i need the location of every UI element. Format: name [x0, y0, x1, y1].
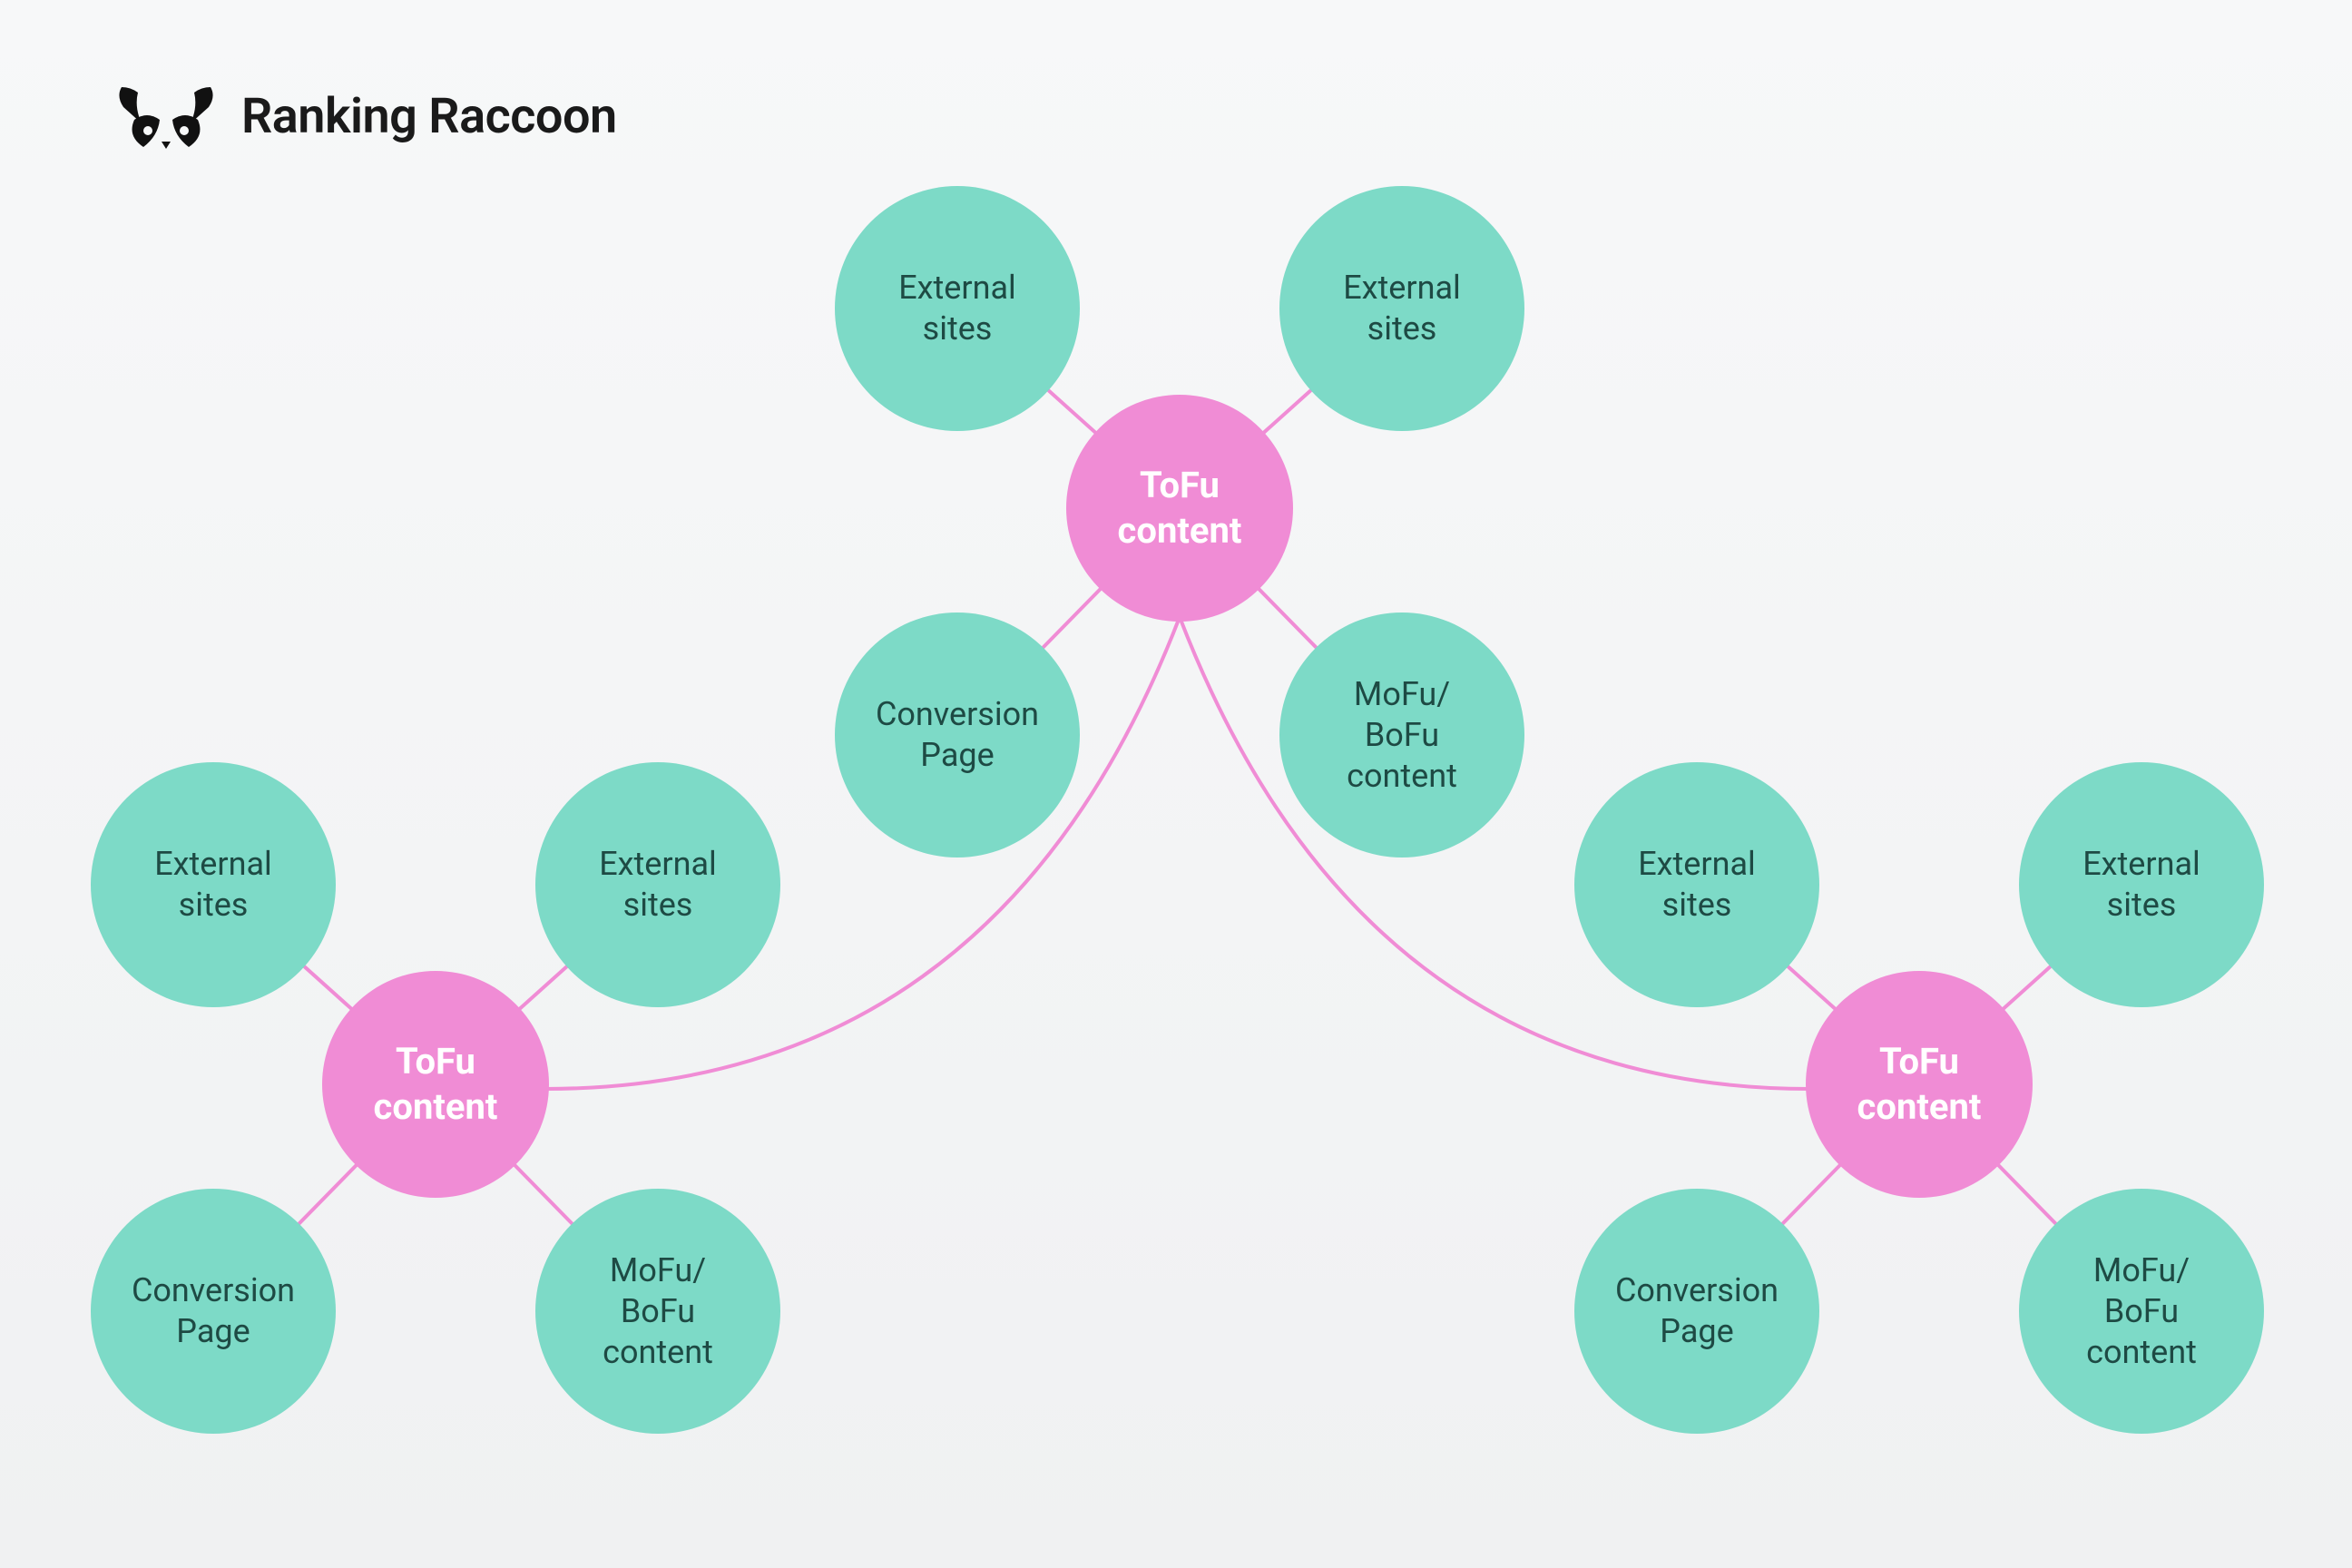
satellite-label-l2: sites	[2107, 885, 2177, 926]
hub-label-l1: ToFu	[1140, 463, 1220, 508]
satellite-label-l2: BoFu	[1365, 715, 1439, 756]
satellite-label-l2: sites	[923, 309, 993, 349]
satellite-mofu-left: MoFu/ BoFu content	[535, 1189, 780, 1434]
satellite-conversion-right: Conversion Page	[1574, 1189, 1819, 1434]
satellite-label-l2: BoFu	[2104, 1291, 2179, 1332]
hub-label-l1: ToFu	[396, 1039, 475, 1084]
satellite-label-l2: BoFu	[621, 1291, 695, 1332]
satellite-external-top-tr: External sites	[1279, 186, 1524, 431]
satellite-external-left-tl: External sites	[91, 762, 336, 1007]
diagram-canvas: Ranking Raccoon ToFu content External si…	[0, 0, 2352, 1568]
satellite-external-right-tr: External sites	[2019, 762, 2264, 1007]
satellite-label-l1: Conversion	[1615, 1270, 1779, 1311]
satellite-external-right-tl: External sites	[1574, 762, 1819, 1007]
connector-lines	[0, 0, 2352, 1568]
satellite-mofu-right: MoFu/ BoFu content	[2019, 1189, 2264, 1434]
hub-label-l2: content	[1857, 1084, 1982, 1130]
hub-label-l1: ToFu	[1879, 1039, 1959, 1084]
satellite-label-l1: External	[1343, 268, 1461, 309]
hub-tofu-left: ToFu content	[322, 971, 549, 1198]
satellite-label-l2: Page	[1660, 1311, 1733, 1352]
satellite-label-l1: Conversion	[132, 1270, 295, 1311]
satellite-mofu-top: MoFu/ BoFu content	[1279, 612, 1524, 858]
satellite-label-l1: External	[2082, 844, 2200, 885]
satellite-conversion-top: Conversion Page	[835, 612, 1080, 858]
satellite-label-l1: External	[599, 844, 717, 885]
satellite-label-l2: Page	[920, 735, 994, 776]
satellite-label-l1: MoFu/	[610, 1250, 706, 1291]
satellite-conversion-left: Conversion Page	[91, 1189, 336, 1434]
satellite-label-l1: Conversion	[876, 694, 1039, 735]
hub-tofu-top: ToFu content	[1066, 395, 1293, 622]
satellite-label-l1: External	[1638, 844, 1756, 885]
satellite-label-l3: content	[603, 1332, 713, 1373]
hub-label-l2: content	[374, 1084, 498, 1130]
satellite-label-l2: sites	[1662, 885, 1732, 926]
satellite-label-l1: MoFu/	[1354, 674, 1450, 715]
satellite-external-top-tl: External sites	[835, 186, 1080, 431]
satellite-label-l2: sites	[1367, 309, 1437, 349]
satellite-label-l2: sites	[623, 885, 693, 926]
satellite-label-l1: MoFu/	[2093, 1250, 2190, 1291]
satellite-external-left-tr: External sites	[535, 762, 780, 1007]
satellite-label-l1: External	[154, 844, 272, 885]
satellite-label-l2: sites	[179, 885, 249, 926]
hub-tofu-right: ToFu content	[1806, 971, 2033, 1198]
satellite-label-l3: content	[1347, 756, 1457, 797]
hub-label-l2: content	[1118, 508, 1242, 554]
satellite-label-l1: External	[898, 268, 1016, 309]
satellite-label-l2: Page	[176, 1311, 250, 1352]
satellite-label-l3: content	[2086, 1332, 2197, 1373]
